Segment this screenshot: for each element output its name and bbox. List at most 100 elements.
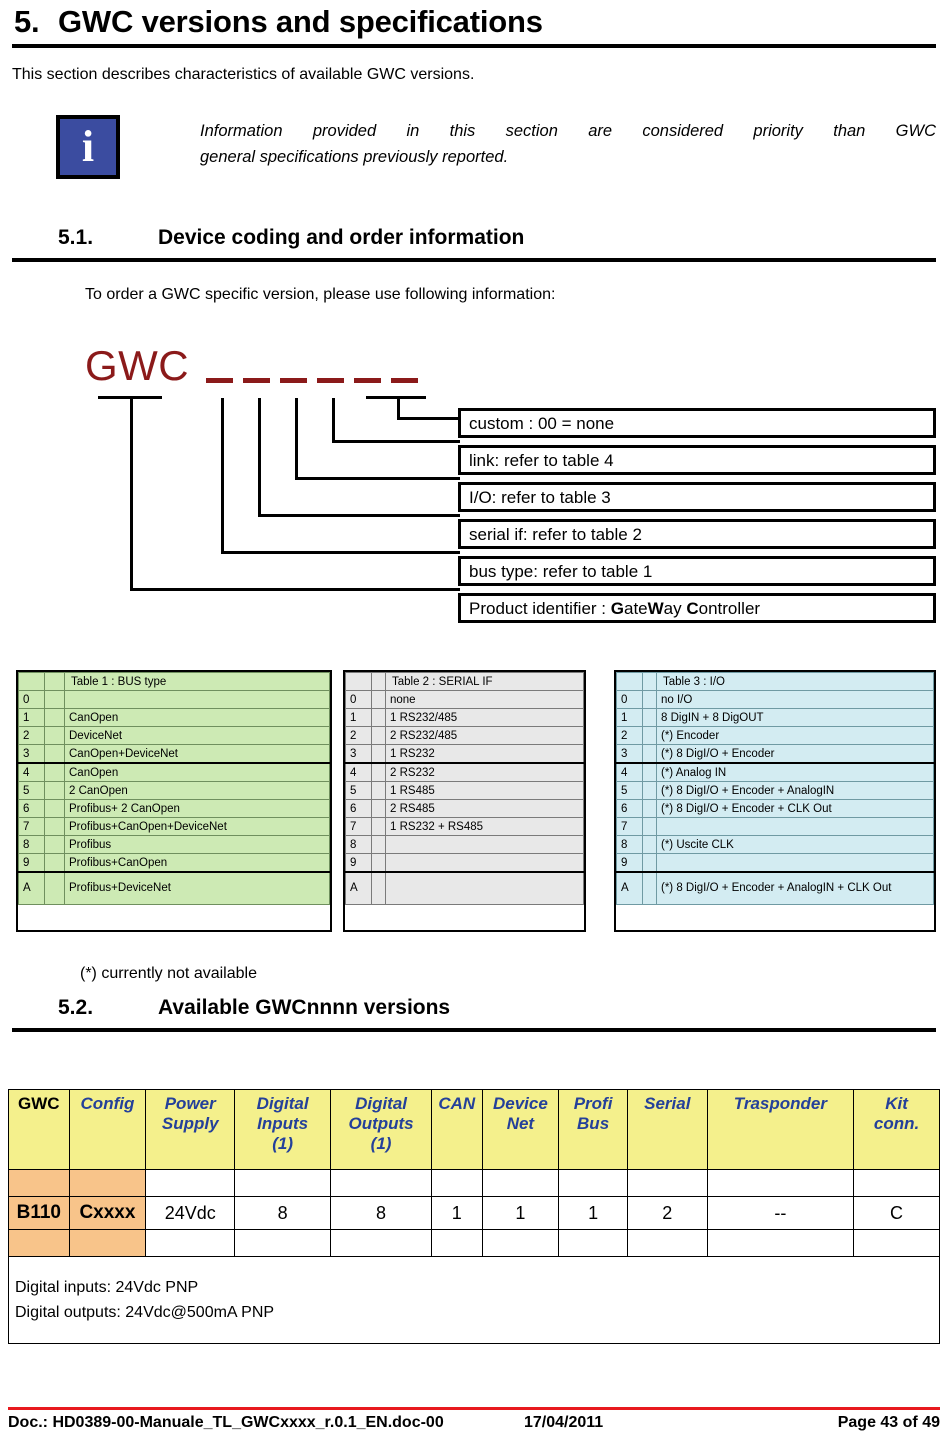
table2-gap bbox=[371, 744, 386, 764]
subsection-5-2-title: 5.2. Available GWCnnnn versions bbox=[58, 996, 450, 1020]
table3-gap bbox=[642, 871, 657, 905]
leader-vert-product bbox=[130, 396, 133, 591]
callout-product-ontroller: ontroller bbox=[698, 599, 761, 618]
table2-value: 2 RS232 bbox=[385, 762, 584, 782]
blank2-cell-config bbox=[68, 1229, 147, 1257]
table3-idx: 9 bbox=[616, 853, 643, 873]
table3-gap bbox=[642, 799, 657, 818]
table-3-io: Table 3 : I/O 0 no I/O 1 8 DigIN + 8 DigOUT 2… bbox=[616, 672, 934, 905]
versions-cell-1: Cxxxx bbox=[68, 1196, 147, 1230]
table-row: 4 2 RS232 bbox=[345, 762, 584, 782]
table1-gap bbox=[44, 744, 65, 764]
table3-value: 8 DigIN + 8 DigOUT bbox=[656, 708, 934, 727]
code-dash-4 bbox=[317, 378, 344, 383]
table1-gap bbox=[44, 871, 65, 905]
versions-header-digital-inputs-1: Digital Inputs (1) bbox=[234, 1089, 332, 1170]
callout-product-ate: ate bbox=[623, 599, 648, 618]
callout-bustype: bus type: refer to table 1 bbox=[458, 556, 936, 586]
table2-value: none bbox=[385, 690, 584, 709]
table2-value bbox=[385, 853, 584, 873]
table1-value bbox=[64, 690, 330, 709]
table1-gap bbox=[44, 835, 65, 854]
table3-gap bbox=[642, 708, 657, 727]
versions-header-can: CAN bbox=[431, 1089, 483, 1170]
table1-gap bbox=[44, 799, 65, 818]
table1-value: Profibus bbox=[64, 835, 330, 854]
versions-cell-8: 2 bbox=[626, 1196, 708, 1230]
code-dash-6 bbox=[391, 378, 418, 383]
versions-header-config: Config bbox=[68, 1089, 147, 1170]
table2-gap bbox=[371, 690, 386, 709]
table1-title-gap bbox=[44, 672, 65, 691]
table-row: 1 1 RS232/485 bbox=[345, 708, 584, 727]
gwc-code-word: GWC bbox=[85, 342, 190, 389]
leader-horiz-product bbox=[130, 588, 460, 591]
versions-cell-4: 8 bbox=[330, 1196, 433, 1230]
table3-gap bbox=[642, 690, 657, 709]
leader-horiz-custom bbox=[397, 417, 460, 420]
table3-value: (*) Encoder bbox=[656, 726, 934, 745]
blank2-cell-gwc bbox=[8, 1229, 70, 1257]
table2-idx: 5 bbox=[345, 781, 372, 800]
table-2-serial-if: Table 2 : SERIAL IF 0 none 1 1 RS232/485 2 2 R… bbox=[345, 672, 584, 905]
versions-blank-row-bottom bbox=[8, 1229, 940, 1257]
table-row: 3 (*) 8 DigI/O + Encoder bbox=[616, 744, 934, 764]
table-row: 9 Profibus+CanOpen bbox=[18, 853, 330, 873]
table3-value: (*) 8 DigI/O + Encoder + AnalogIN + CLK … bbox=[656, 871, 934, 905]
table3-value: (*) Uscite CLK bbox=[656, 835, 934, 854]
table3-value bbox=[656, 853, 934, 873]
table3-gap bbox=[642, 762, 657, 782]
versions-blank-row-top bbox=[8, 1169, 940, 1197]
versions-notes-cell: Digital inputs: 24Vdc PNP Digital output… bbox=[8, 1256, 940, 1344]
table2-value bbox=[385, 871, 584, 905]
table2-value: 2 RS485 bbox=[385, 799, 584, 818]
table1-idx: 9 bbox=[18, 853, 45, 873]
table-row: A Profibus+DeviceNet bbox=[18, 871, 330, 905]
table1-title-idx bbox=[18, 672, 45, 691]
table1-idx: 1 bbox=[18, 708, 45, 727]
versions-cell-5: 1 bbox=[431, 1196, 483, 1230]
table2-value: 1 RS232 + RS485 bbox=[385, 817, 584, 836]
table2-gap bbox=[371, 762, 386, 782]
table2-gap bbox=[371, 781, 386, 800]
table-row: 8 Profibus bbox=[18, 835, 330, 854]
callout-custom: custom : 00 = none bbox=[458, 408, 936, 438]
table3-value: (*) Analog IN bbox=[656, 762, 934, 782]
table2-idx: 8 bbox=[345, 835, 372, 854]
info-note: Information provided in this section are… bbox=[200, 118, 936, 170]
table2-idx: 4 bbox=[345, 762, 372, 782]
footer-doc-id: Doc.: HD0389-00-Manuale_TL_GWCxxxx_r.0.1… bbox=[8, 1414, 444, 1431]
versions-cell-6: 1 bbox=[481, 1196, 560, 1230]
table-row: 0 bbox=[18, 690, 330, 709]
table1-idx: 0 bbox=[18, 690, 45, 709]
table-row: 1 8 DigIN + 8 DigOUT bbox=[616, 708, 934, 727]
versions-header-gwc: GWC bbox=[8, 1089, 70, 1170]
table2-title-row: Table 2 : SERIAL IF bbox=[345, 672, 584, 691]
table2-gap bbox=[371, 817, 386, 836]
subsection-5-1-label: Device coding and order information bbox=[158, 226, 525, 249]
subsection-5-1-intro: To order a GWC specific version, please … bbox=[85, 286, 556, 303]
table1-idx: 4 bbox=[18, 762, 45, 782]
versions-cell-9: -- bbox=[706, 1196, 855, 1230]
versions-data-row: B110 Cxxxx 24Vdc 8 8 1 1 1 2 -- C bbox=[8, 1196, 940, 1230]
table1-title-row: Table 1 : BUS type bbox=[18, 672, 330, 691]
table3-title-gap bbox=[642, 672, 657, 691]
leader-vert-serial bbox=[258, 398, 261, 517]
table-row: 9 bbox=[345, 853, 584, 873]
table3-idx: 3 bbox=[616, 744, 643, 764]
table1-idx: 3 bbox=[18, 744, 45, 764]
versions-header-row: GWC Config Power Supply Digital Inputs (1) Digi… bbox=[8, 1089, 940, 1170]
table3-idx: 5 bbox=[616, 781, 643, 800]
table3-value: (*) 8 DigI/O + Encoder + CLK Out bbox=[656, 799, 934, 818]
table2-gap bbox=[371, 799, 386, 818]
table2-value: 2 RS232/485 bbox=[385, 726, 584, 745]
table1-title: Table 1 : BUS type bbox=[64, 672, 330, 691]
leader-top-custom bbox=[366, 396, 426, 399]
blank-cell-config bbox=[68, 1169, 147, 1197]
table1-idx: 2 bbox=[18, 726, 45, 745]
table2-idx: 0 bbox=[345, 690, 372, 709]
versions-header-kit-conn: Kit conn. bbox=[853, 1089, 940, 1170]
leader-vert-io bbox=[295, 398, 298, 480]
table-row: 6 2 RS485 bbox=[345, 799, 584, 818]
section-intro: This section describes characteristics o… bbox=[12, 66, 475, 83]
